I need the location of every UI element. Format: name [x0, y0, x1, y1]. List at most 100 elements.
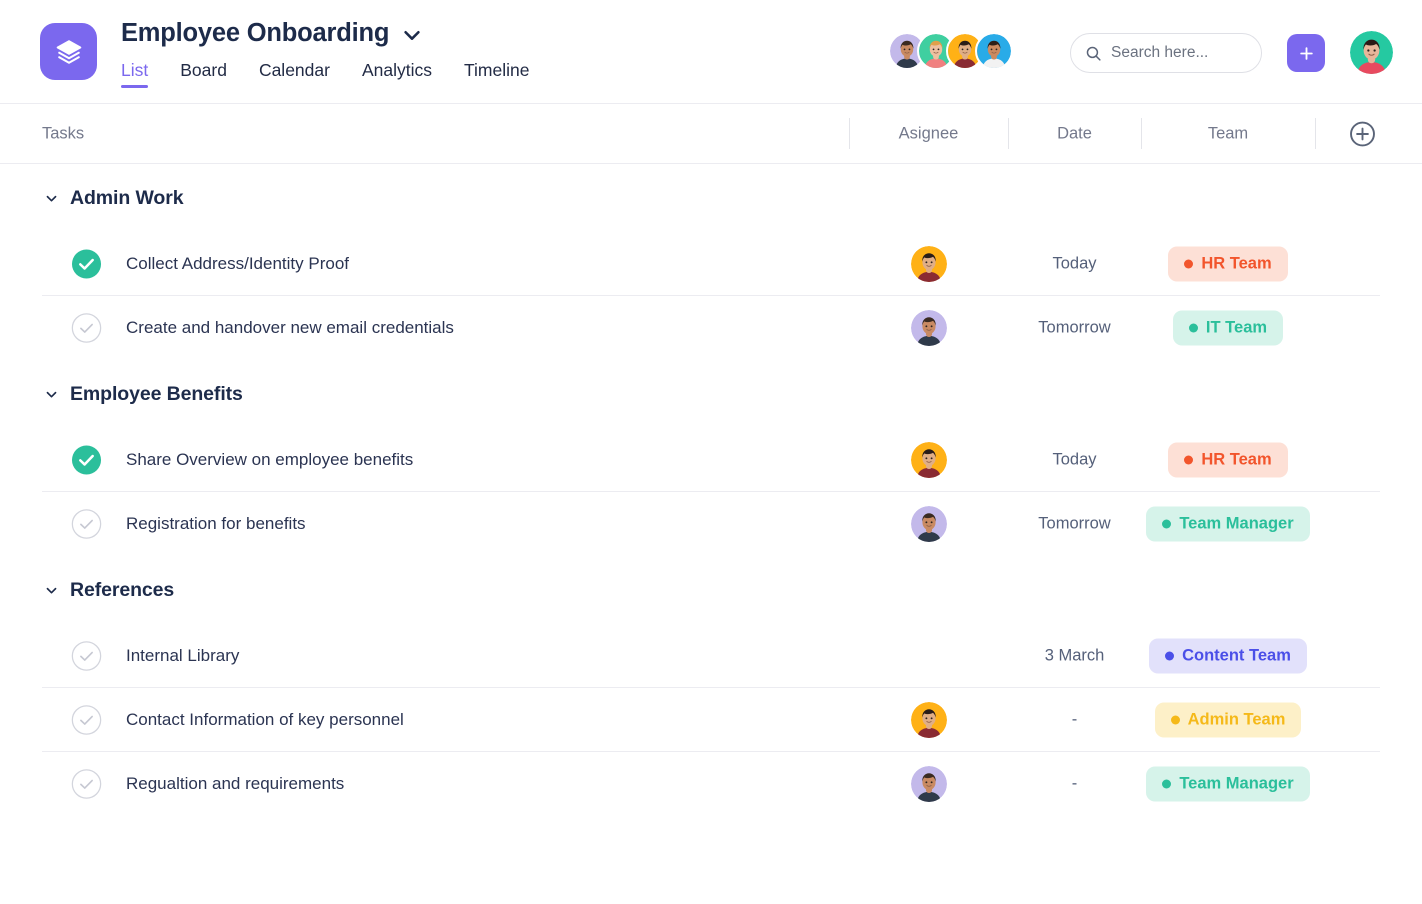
chevron-down-icon[interactable] [44, 387, 59, 402]
assignee-avatar[interactable] [911, 310, 947, 346]
task-assignee-cell [849, 504, 1008, 544]
task-date[interactable]: 3 March [1008, 646, 1141, 665]
task-title: Regualtion and requirements [126, 774, 344, 794]
tab-timeline[interactable]: Timeline [464, 62, 529, 89]
team-color-dot [1184, 455, 1193, 464]
task-group-header: References [0, 556, 1422, 624]
tab-calendar[interactable]: Calendar [259, 62, 330, 89]
page-title: Employee Onboarding [121, 18, 389, 49]
add-button[interactable] [1287, 34, 1325, 72]
team-badge[interactable]: HR Team [1168, 442, 1287, 477]
team-color-dot [1162, 780, 1171, 789]
team-badge-label: Team Manager [1179, 515, 1293, 534]
assignee-avatar[interactable] [911, 246, 947, 282]
task-row[interactable]: Internal Library 3 March Content Team [42, 624, 1380, 688]
task-list: Admin Work Collect Address/Identity Proof… [0, 164, 1422, 856]
task-checkbox[interactable] [71, 248, 102, 279]
member-avatar-stack [888, 32, 1013, 70]
task-group-title: References [70, 579, 174, 602]
task-checkbox[interactable] [71, 444, 102, 475]
task-group-header: Employee Benefits [0, 360, 1422, 428]
team-badge-label: Admin Team [1188, 710, 1286, 729]
task-group-title: Employee Benefits [70, 383, 243, 406]
task-date[interactable]: Tomorrow [1008, 319, 1141, 338]
task-team-cell: IT Team [1141, 311, 1315, 346]
team-badge-label: HR Team [1201, 254, 1271, 273]
app-header: Employee Onboarding List Board Calendar … [0, 0, 1422, 104]
task-assignee-cell [849, 636, 1008, 676]
plus-icon [1298, 45, 1315, 62]
team-badge-label: Team Manager [1179, 775, 1293, 794]
team-badge[interactable]: Team Manager [1146, 767, 1309, 802]
task-team-cell: Admin Team [1141, 702, 1315, 737]
team-badge[interactable]: Team Manager [1146, 507, 1309, 542]
team-badge[interactable]: IT Team [1173, 311, 1283, 346]
task-assignee-cell [849, 700, 1008, 740]
task-checkbox[interactable] [71, 640, 102, 671]
team-badge[interactable]: Content Team [1149, 638, 1307, 673]
task-assignee-cell [849, 308, 1008, 348]
assignee-avatar[interactable] [911, 506, 947, 542]
assignee-avatar[interactable] [911, 702, 947, 738]
task-date[interactable]: - [1008, 775, 1141, 794]
team-badge[interactable]: HR Team [1168, 246, 1287, 281]
column-divider [1315, 118, 1316, 149]
task-team-cell: HR Team [1141, 442, 1315, 477]
task-group-title: Admin Work [70, 187, 183, 210]
task-row[interactable]: Collect Address/Identity Proof Today HR Te… [42, 232, 1380, 296]
tab-list[interactable]: List [121, 62, 148, 89]
task-checkbox[interactable] [71, 313, 102, 344]
brand-logo[interactable] [40, 23, 97, 80]
team-badge-label: HR Team [1201, 450, 1271, 469]
current-user-avatar[interactable] [1350, 31, 1393, 74]
plus-circle-icon [1349, 120, 1376, 147]
task-row[interactable]: Regualtion and requirements - Team Manager [42, 752, 1380, 816]
chevron-down-icon[interactable] [44, 191, 59, 206]
tab-analytics[interactable]: Analytics [362, 62, 432, 89]
task-row[interactable]: Create and handover new email credential… [42, 296, 1380, 360]
task-assignee-cell [849, 440, 1008, 480]
team-color-dot [1184, 259, 1193, 268]
chevron-down-icon[interactable] [44, 583, 59, 598]
assignee-avatar[interactable] [911, 442, 947, 478]
task-row[interactable]: Contact Information of key personnel - Adm… [42, 688, 1380, 752]
team-badge-label: IT Team [1206, 319, 1267, 338]
task-title: Collect Address/Identity Proof [126, 254, 349, 274]
team-color-dot [1165, 651, 1174, 660]
task-date[interactable]: Today [1008, 450, 1141, 469]
task-checkbox[interactable] [71, 704, 102, 735]
task-checkbox[interactable] [71, 769, 102, 800]
task-team-cell: Content Team [1141, 638, 1315, 673]
add-column-button[interactable] [1349, 120, 1376, 147]
team-color-dot [1162, 520, 1171, 529]
task-row[interactable]: Share Overview on employee benefits Today… [42, 428, 1380, 492]
layers-icon [54, 37, 84, 67]
search-input[interactable] [1111, 44, 1247, 62]
team-badge-label: Content Team [1182, 646, 1291, 665]
assignee-avatar[interactable] [911, 766, 947, 802]
search-icon [1085, 45, 1102, 62]
task-group-header: Admin Work [0, 164, 1422, 232]
column-header-row: Tasks Asignee Date Team [0, 104, 1422, 164]
task-date[interactable]: Today [1008, 254, 1141, 273]
task-date[interactable]: Tomorrow [1008, 515, 1141, 534]
task-team-cell: Team Manager [1141, 767, 1315, 802]
search-box[interactable] [1070, 33, 1262, 73]
task-title: Share Overview on employee benefits [126, 450, 413, 470]
task-title: Internal Library [126, 646, 239, 666]
chevron-down-icon[interactable] [401, 24, 423, 46]
task-date[interactable]: - [1008, 710, 1141, 729]
member-avatar-4[interactable] [975, 32, 1013, 70]
task-checkbox[interactable] [71, 509, 102, 540]
task-title: Create and handover new email credential… [126, 318, 454, 338]
column-header-assignee: Asignee [849, 124, 1008, 143]
task-title: Contact Information of key personnel [126, 710, 404, 730]
column-header-date: Date [1008, 124, 1141, 143]
tab-board[interactable]: Board [180, 62, 227, 89]
task-assignee-cell [849, 244, 1008, 284]
task-team-cell: Team Manager [1141, 507, 1315, 542]
task-team-cell: HR Team [1141, 246, 1315, 281]
team-badge[interactable]: Admin Team [1155, 702, 1302, 737]
team-color-dot [1189, 324, 1198, 333]
task-row[interactable]: Registration for benefitsTomorrowTeam Ma… [42, 492, 1380, 556]
